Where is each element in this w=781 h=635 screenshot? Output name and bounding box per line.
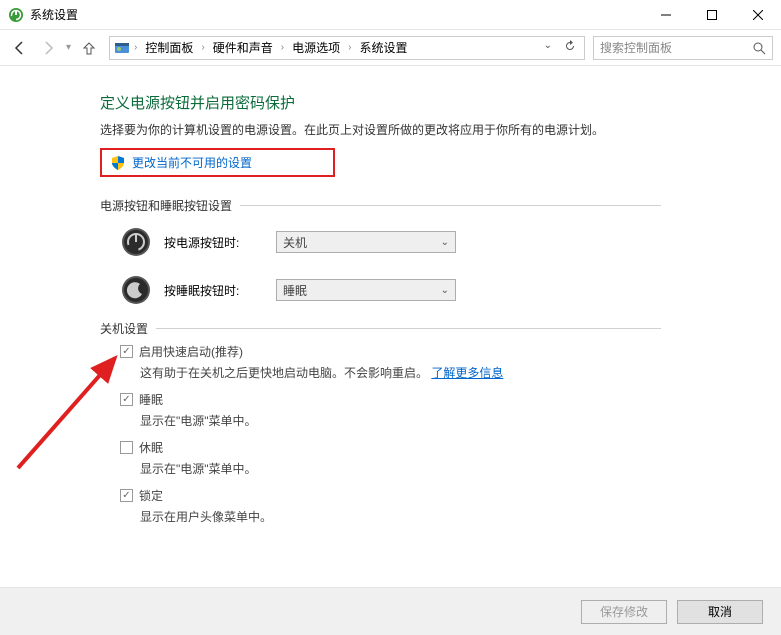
forward-button[interactable] bbox=[36, 36, 60, 60]
breadcrumb-item[interactable]: 硬件和声音 bbox=[209, 37, 277, 58]
save-button[interactable]: 保存修改 bbox=[581, 600, 667, 624]
window-title: 系统设置 bbox=[30, 6, 643, 23]
search-placeholder: 搜索控制面板 bbox=[600, 39, 752, 56]
power-button-select[interactable]: 关机 ⌄ bbox=[276, 231, 456, 253]
power-button-row: 按电源按钮时: 关机 ⌄ bbox=[100, 218, 661, 266]
app-icon bbox=[8, 7, 24, 23]
search-icon bbox=[752, 41, 766, 55]
hibernate-checkbox[interactable]: 休眠 bbox=[120, 439, 781, 456]
breadcrumb-item[interactable]: 控制面板 bbox=[141, 37, 197, 58]
change-unavailable-settings-link[interactable]: 更改当前不可用的设置 bbox=[100, 148, 335, 177]
sleep-button-select[interactable]: 睡眠 ⌄ bbox=[276, 279, 456, 301]
control-panel-icon bbox=[114, 40, 130, 56]
lock-checkbox[interactable]: 锁定 bbox=[120, 487, 781, 504]
sleep-button-row: 按睡眠按钮时: 睡眠 ⌄ bbox=[100, 266, 661, 314]
page-description: 选择要为你的计算机设置的电源设置。在此页上对设置所做的更改将应用于你所有的电源计… bbox=[100, 121, 781, 138]
breadcrumb-item[interactable]: 系统设置 bbox=[355, 37, 411, 58]
chevron-right-icon: › bbox=[279, 42, 286, 53]
lock-desc: 显示在用户头像菜单中。 bbox=[100, 506, 781, 533]
window-titlebar: 系统设置 bbox=[0, 0, 781, 30]
back-button[interactable] bbox=[8, 36, 32, 60]
chevron-right-icon: › bbox=[199, 42, 206, 53]
shutdown-section-label: 关机设置 bbox=[100, 320, 661, 337]
search-input[interactable]: 搜索控制面板 bbox=[593, 36, 773, 60]
content-area: 定义电源按钮并启用密码保护 选择要为你的计算机设置的电源设置。在此页上对设置所做… bbox=[0, 68, 781, 587]
uac-shield-icon bbox=[110, 155, 126, 171]
power-button-icon bbox=[120, 226, 152, 258]
history-dropdown[interactable]: ▾ bbox=[64, 42, 73, 53]
fast-startup-desc: 这有助于在关机之后更快地启动电脑。不会影响重启。 了解更多信息 bbox=[100, 362, 781, 389]
checkbox-icon bbox=[120, 489, 133, 502]
sleep-button-label: 按睡眠按钮时: bbox=[164, 282, 264, 299]
power-button-label: 按电源按钮时: bbox=[164, 234, 264, 251]
footer: 保存修改 取消 bbox=[0, 587, 781, 635]
chevron-right-icon: › bbox=[346, 42, 353, 53]
learn-more-link[interactable]: 了解更多信息 bbox=[431, 366, 503, 380]
maximize-button[interactable] bbox=[689, 0, 735, 30]
cancel-button[interactable]: 取消 bbox=[677, 600, 763, 624]
page-heading: 定义电源按钮并启用密码保护 bbox=[100, 92, 781, 113]
close-button[interactable] bbox=[735, 0, 781, 30]
checkbox-icon bbox=[120, 441, 133, 454]
breadcrumb-item[interactable]: 电源选项 bbox=[288, 37, 344, 58]
fast-startup-checkbox[interactable]: 启用快速启动(推荐) bbox=[120, 343, 781, 360]
up-button[interactable] bbox=[77, 36, 101, 60]
window-controls bbox=[643, 0, 781, 30]
navbar: ▾ › 控制面板 › 硬件和声音 › 电源选项 › 系统设置 ⌄ 搜索控制面板 bbox=[0, 30, 781, 66]
chevron-down-icon: ⌄ bbox=[441, 237, 449, 248]
checkbox-icon bbox=[120, 345, 133, 358]
address-dropdown-button[interactable]: ⌄ bbox=[540, 38, 556, 57]
sleep-desc: 显示在"电源"菜单中。 bbox=[100, 410, 781, 437]
sleep-checkbox[interactable]: 睡眠 bbox=[120, 391, 781, 408]
chevron-right-icon: › bbox=[132, 42, 139, 53]
chevron-down-icon: ⌄ bbox=[441, 285, 449, 296]
buttons-section-label: 电源按钮和睡眠按钮设置 bbox=[100, 197, 661, 214]
sleep-button-icon bbox=[120, 274, 152, 306]
address-bar[interactable]: › 控制面板 › 硬件和声音 › 电源选项 › 系统设置 ⌄ bbox=[109, 36, 585, 60]
hibernate-desc: 显示在"电源"菜单中。 bbox=[100, 458, 781, 485]
checkbox-icon bbox=[120, 393, 133, 406]
minimize-button[interactable] bbox=[643, 0, 689, 30]
refresh-button[interactable] bbox=[560, 38, 580, 57]
admin-link-text: 更改当前不可用的设置 bbox=[132, 154, 252, 171]
